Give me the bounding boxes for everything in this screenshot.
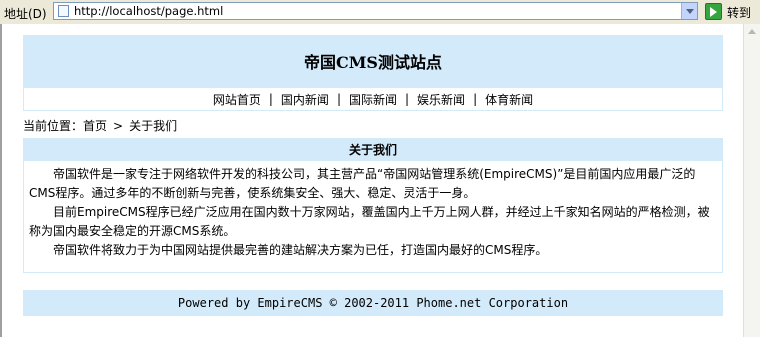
go-arrow-icon[interactable] <box>705 3 722 20</box>
address-label: 地址(D) <box>4 7 47 21</box>
article-paragraph: 目前EmpireCMS程序已经广泛应用在国内数十万家网站，覆盖国内上千万上网人群… <box>29 205 710 238</box>
nav-item-entertainment-news[interactable]: 娱乐新闻 <box>417 91 465 108</box>
site-title: 帝国CMS测试站点 <box>303 53 442 72</box>
breadcrumb-prefix: 当前位置： <box>23 119 84 133</box>
go-button[interactable]: 转到 <box>705 3 759 21</box>
nav-separator: | <box>268 92 273 106</box>
scroll-up-arrow-icon[interactable] <box>745 25 759 39</box>
article-title: 关于我们 <box>24 139 722 161</box>
vertical-scrollbar[interactable] <box>743 24 760 337</box>
breadcrumb-home-link[interactable]: 首页 <box>83 119 107 133</box>
address-toolbar: 地址(D) http://localhost/page.html 转到 <box>0 0 760 25</box>
page-viewport: 帝国CMS测试站点 网站首页 | 国内新闻 | 国际新闻 | 娱乐新闻 | 体育… <box>0 24 760 337</box>
site-footer: Powered by EmpireCMS © 2002-2011 Phome.n… <box>23 290 723 316</box>
page-icon <box>58 5 69 17</box>
nav-item-domestic-news[interactable]: 国内新闻 <box>281 91 329 108</box>
nav-item-home[interactable]: 网站首页 <box>213 91 261 108</box>
site-header: 帝国CMS测试站点 <box>23 35 723 87</box>
main-nav: 网站首页 | 国内新闻 | 国际新闻 | 娱乐新闻 | 体育新闻 <box>23 87 723 111</box>
article-body: 帝国软件是一家专注于网络软件开发的科技公司，其主营产品“帝国网站管理系统(Emp… <box>24 161 722 260</box>
address-input[interactable]: http://localhost/page.html <box>53 2 698 20</box>
article-panel: 关于我们 帝国软件是一家专注于网络软件开发的科技公司，其主营产品“帝国网站管理系… <box>23 138 723 273</box>
article-paragraph: 帝国软件是一家专注于网络软件开发的科技公司，其主营产品“帝国网站管理系统(Emp… <box>29 167 696 200</box>
breadcrumb-current: 关于我们 <box>129 119 178 133</box>
breadcrumb-arrow: > <box>113 119 124 133</box>
nav-separator: | <box>405 92 410 106</box>
address-dropdown-button[interactable] <box>681 3 697 19</box>
nav-separator: | <box>473 92 478 106</box>
nav-item-international-news[interactable]: 国际新闻 <box>349 91 397 108</box>
nav-item-sports-news[interactable]: 体育新闻 <box>485 91 533 108</box>
go-label[interactable]: 转到 <box>727 4 751 21</box>
nav-separator: | <box>336 92 341 106</box>
breadcrumb: 当前位置：首页 > 关于我们 <box>23 117 177 134</box>
address-url[interactable]: http://localhost/page.html <box>74 4 223 18</box>
frame-border <box>0 24 2 337</box>
article-paragraph: 帝国软件将致力于为中国网站提供最完善的建站解决方案为已任，打造国内最好的CMS程… <box>53 243 548 257</box>
